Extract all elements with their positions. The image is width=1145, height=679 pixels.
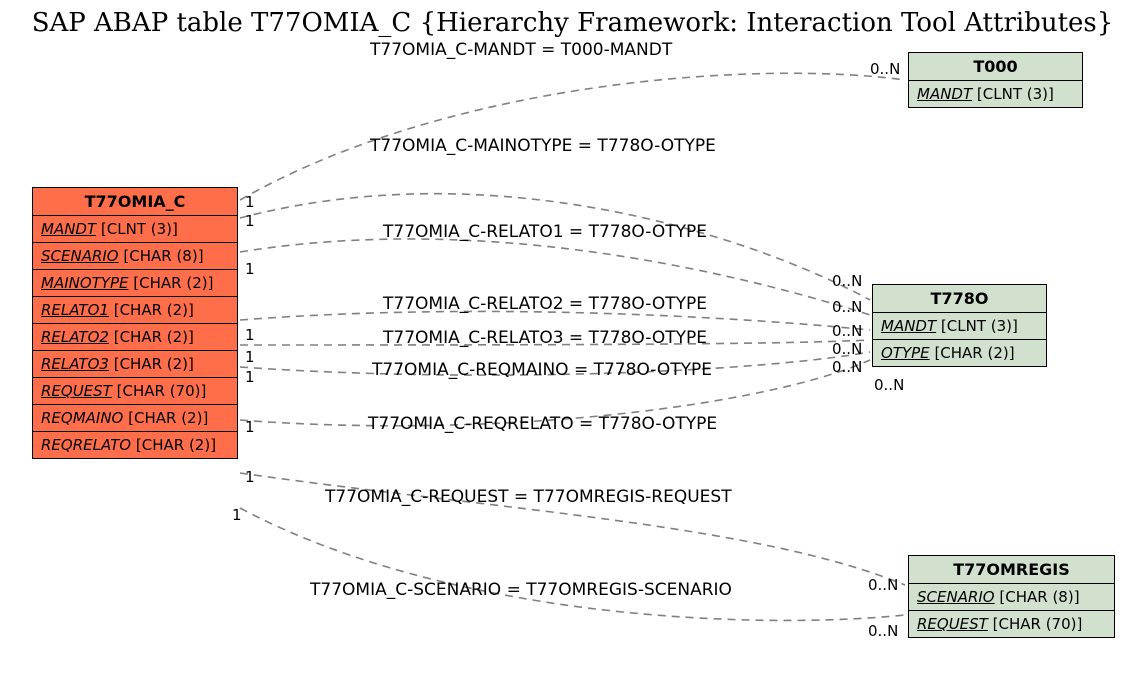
cardinality-left: 1	[245, 193, 255, 211]
cardinality-right: 0..N	[874, 376, 904, 394]
field-row: REQUEST [CHAR (70)]	[33, 378, 237, 405]
table-header: T77OMREGIS	[909, 556, 1114, 584]
field-row: RELATO2 [CHAR (2)]	[33, 324, 237, 351]
table-header: T778O	[873, 285, 1046, 313]
field-row: REQRELATO [CHAR (2)]	[33, 432, 237, 458]
field-row: MANDT [CLNT (3)]	[873, 313, 1046, 340]
cardinality-left: 1	[245, 326, 255, 344]
cardinality-left: 1	[232, 506, 242, 524]
cardinality-right: 0..N	[868, 622, 898, 640]
cardinality-left: 1	[245, 348, 255, 366]
field-row: OTYPE [CHAR (2)]	[873, 340, 1046, 366]
field-row: RELATO1 [CHAR (2)]	[33, 297, 237, 324]
table-header: T000	[909, 53, 1082, 81]
relation-label: T77OMIA_C-RELATO3 = T778O-OTYPE	[383, 328, 707, 348]
field-row: MAINOTYPE [CHAR (2)]	[33, 270, 237, 297]
field-row: MANDT [CLNT (3)]	[909, 81, 1082, 107]
table-t000: T000 MANDT [CLNT (3)]	[908, 52, 1083, 108]
cardinality-right: 0..N	[832, 358, 862, 376]
cardinality-left: 1	[245, 260, 255, 278]
relation-label: T77OMIA_C-MAINOTYPE = T778O-OTYPE	[370, 136, 716, 156]
field-row: SCENARIO [CHAR (8)]	[33, 243, 237, 270]
relation-label: T77OMIA_C-REQUEST = T77OMREGIS-REQUEST	[325, 487, 732, 507]
cardinality-left: 1	[245, 468, 255, 486]
table-t77omregis: T77OMREGIS SCENARIO [CHAR (8)] REQUEST […	[908, 555, 1115, 638]
table-t778o: T778O MANDT [CLNT (3)] OTYPE [CHAR (2)]	[872, 284, 1047, 367]
table-header: T77OMIA_C	[33, 188, 237, 216]
relation-label: T77OMIA_C-SCENARIO = T77OMREGIS-SCENARIO	[310, 580, 732, 600]
field-row: RELATO3 [CHAR (2)]	[33, 351, 237, 378]
cardinality-left: 1	[245, 418, 255, 436]
cardinality-right: 0..N	[868, 576, 898, 594]
relation-label: T77OMIA_C-RELATO2 = T778O-OTYPE	[383, 294, 707, 314]
cardinality-right: 0..N	[832, 340, 862, 358]
relation-label: T77OMIA_C-MANDT = T000-MANDT	[370, 40, 672, 60]
diagram-title: SAP ABAP table T77OMIA_C {Hierarchy Fram…	[0, 8, 1145, 38]
cardinality-right: 0..N	[870, 60, 900, 78]
cardinality-right: 0..N	[832, 322, 862, 340]
relation-label: T77OMIA_C-REQMAINO = T778O-OTYPE	[372, 360, 712, 380]
cardinality-right: 0..N	[832, 272, 862, 290]
cardinality-left: 1	[245, 212, 255, 230]
cardinality-left: 1	[245, 368, 255, 386]
field-row: MANDT [CLNT (3)]	[33, 216, 237, 243]
relation-label: T77OMIA_C-RELATO1 = T778O-OTYPE	[383, 222, 707, 242]
relation-label: T77OMIA_C-REQRELATO = T778O-OTYPE	[368, 414, 717, 434]
cardinality-right: 0..N	[832, 298, 862, 316]
field-row: REQUEST [CHAR (70)]	[909, 611, 1114, 637]
field-row: REQMAINO [CHAR (2)]	[33, 405, 237, 432]
field-row: SCENARIO [CHAR (8)]	[909, 584, 1114, 611]
table-t77omia_c: T77OMIA_C MANDT [CLNT (3)] SCENARIO [CHA…	[32, 187, 238, 459]
